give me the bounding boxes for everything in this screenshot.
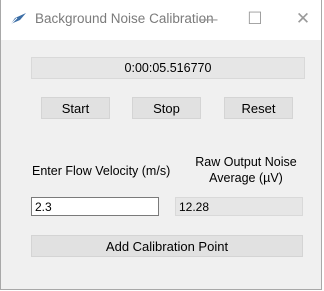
close-button[interactable]: ✕ — [281, 0, 324, 38]
minimize-button[interactable]: — — [187, 0, 231, 38]
title-bar[interactable]: Background Noise Calibration — ☐ ✕ — [1, 0, 321, 40]
add-calibration-point-button[interactable]: Add Calibration Point — [31, 235, 303, 257]
minimize-icon: — — [200, 9, 218, 28]
elapsed-time-display: 0:00:05.516770 — [31, 57, 305, 79]
reset-button[interactable]: Reset — [224, 97, 293, 119]
maximize-icon: ☐ — [247, 9, 263, 28]
feather-icon — [9, 13, 26, 26]
raw-noise-output: 12.28 — [175, 197, 303, 216]
start-button[interactable]: Start — [41, 97, 110, 119]
calibration-window: Background Noise Calibration — ☐ ✕ 0:00:… — [0, 0, 322, 290]
maximize-button[interactable]: ☐ — [233, 0, 277, 38]
close-icon: ✕ — [295, 9, 311, 28]
raw-noise-label: Raw Output Noise Average (µV) — [195, 155, 297, 185]
stop-button[interactable]: Stop — [132, 97, 201, 119]
flow-velocity-label: Enter Flow Velocity (m/s) — [32, 164, 171, 178]
flow-velocity-input[interactable]: 2.3 — [31, 197, 159, 216]
